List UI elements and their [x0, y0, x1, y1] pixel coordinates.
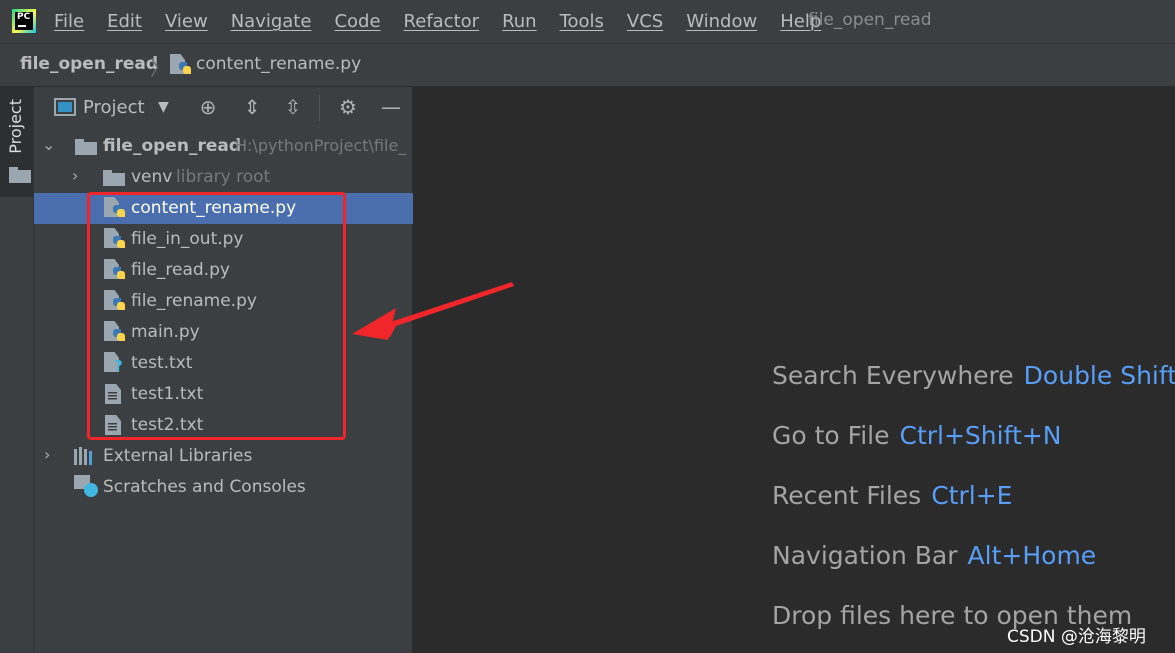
menu-edit[interactable]: Edit — [107, 11, 142, 32]
breadcrumb-separator-icon: 〉 — [150, 56, 170, 80]
hint-shortcut: Ctrl+E — [931, 481, 1013, 510]
hint-label: Recent Files — [772, 481, 922, 510]
tree-item-venv[interactable]: › venv library root — [34, 162, 413, 193]
hint-recent-files: Recent Files Ctrl+E — [772, 481, 1012, 510]
folder-icon — [103, 170, 125, 186]
chevron-right-icon[interactable]: › — [44, 445, 50, 464]
menu-view[interactable]: View — [165, 11, 208, 32]
hint-label: Go to File — [772, 421, 890, 450]
breadcrumb-project[interactable]: file_open_read — [20, 54, 158, 74]
annotation-arrow-icon — [352, 282, 514, 340]
hint-navigation-bar: Navigation Bar Alt+Home — [772, 541, 1096, 570]
annotation-highlight-box — [87, 192, 346, 440]
menu-window[interactable]: Window — [686, 11, 757, 32]
folder-icon — [9, 167, 31, 183]
scratches-icon — [74, 475, 98, 497]
menu-file[interactable]: File — [54, 11, 84, 32]
tree-item-label: Scratches and Consoles — [103, 477, 306, 497]
menu-tools[interactable]: Tools — [560, 11, 604, 32]
project-view-label[interactable]: Project — [83, 97, 145, 118]
tree-item-path: H:\pythonProject\file_ — [235, 136, 407, 155]
chevron-right-icon[interactable]: › — [72, 166, 78, 185]
locate-target-icon[interactable]: ⊕ — [196, 95, 220, 119]
left-tool-stripe: Project — [0, 87, 34, 653]
folder-icon — [75, 139, 97, 155]
tree-item-scratches[interactable]: Scratches and Consoles — [34, 472, 413, 503]
hint-shortcut: Double Shift — [1023, 361, 1175, 390]
hint-go-to-file: Go to File Ctrl+Shift+N — [772, 421, 1061, 450]
window-title: file_open_read — [808, 10, 932, 30]
libraries-icon — [74, 447, 96, 465]
project-tool-tab[interactable]: Project — [0, 87, 33, 197]
menu-code[interactable]: Code — [334, 11, 380, 32]
expand-all-icon[interactable]: ⇕ — [240, 95, 264, 119]
watermark: CSDN @沧海黎明 — [1007, 627, 1146, 647]
pycharm-logo-icon: PC — [12, 9, 36, 33]
menu-refactor[interactable]: Refactor — [404, 11, 480, 32]
breadcrumb-file[interactable]: content_rename.py — [196, 54, 361, 74]
menu-items: File Edit View Navigate Code Refactor Ru… — [54, 0, 844, 43]
tree-item-label: venv — [131, 167, 173, 187]
chevron-down-icon[interactable]: ▼ — [158, 99, 169, 115]
project-tool-tab-label: Project — [6, 99, 25, 154]
menu-navigate[interactable]: Navigate — [231, 11, 312, 32]
tree-item-external-libraries[interactable]: › External Libraries — [34, 441, 413, 472]
menu-bar: PC File Edit View Navigate Code Refactor… — [0, 0, 1175, 43]
menu-vcs[interactable]: VCS — [627, 11, 663, 32]
hint-label: Search Everywhere — [772, 361, 1014, 390]
tree-item-hint: library root — [176, 167, 271, 187]
hint-shortcut: Ctrl+Shift+N — [899, 421, 1062, 450]
tree-item-root[interactable]: ⌄ file_open_read H:\pythonProject\file_ — [34, 131, 413, 162]
project-view-icon — [54, 98, 76, 116]
navigation-bar: file_open_read 〉 content_rename.py — [0, 43, 1175, 87]
project-panel-toolbar: Project ▼ ⊕ ⇕ ⇳ ⚙ — — [34, 87, 413, 129]
python-file-icon — [170, 54, 192, 76]
menu-run[interactable]: Run — [502, 11, 537, 32]
hint-search-everywhere: Search Everywhere Double Shift — [772, 361, 1175, 390]
tree-item-label: External Libraries — [103, 446, 253, 466]
collapse-all-icon[interactable]: ⇳ — [281, 95, 305, 119]
tree-item-label: file_open_read — [103, 136, 241, 156]
hide-panel-icon[interactable]: — — [379, 95, 403, 119]
toolbar-divider — [319, 95, 320, 121]
hint-label: Navigation Bar — [772, 541, 958, 570]
gear-icon[interactable]: ⚙ — [336, 95, 360, 119]
hint-shortcut: Alt+Home — [967, 541, 1097, 570]
chevron-down-icon[interactable]: ⌄ — [42, 135, 55, 154]
